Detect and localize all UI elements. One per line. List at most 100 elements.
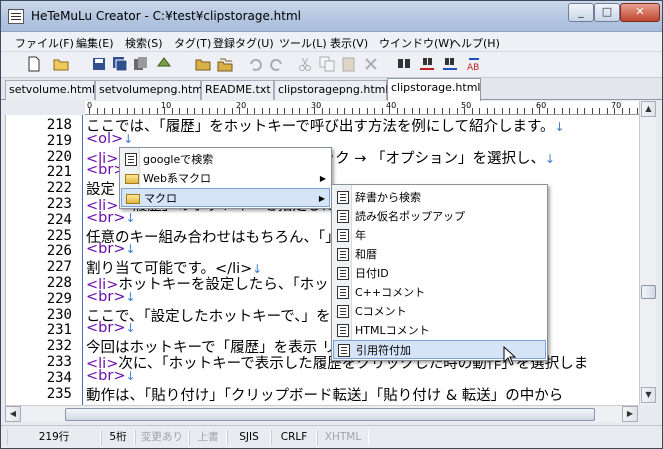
save-icon[interactable]: [91, 56, 107, 72]
column-ruler: 0102030405060708090100: [85, 101, 639, 115]
menu-file[interactable]: ファイル(F): [15, 35, 74, 51]
ruler-tick: [539, 108, 540, 114]
ruler-tick: [471, 108, 473, 114]
menu-tag[interactable]: タグ(T): [174, 35, 211, 51]
document-icon: [337, 248, 349, 261]
vertical-scrollbar[interactable]: ▲ ▼: [639, 101, 656, 405]
ruler-tick: [209, 108, 210, 114]
horizontal-scrollbar[interactable]: ◀ ▶: [5, 405, 639, 422]
submenu-item[interactable]: 辞書から検索: [333, 188, 546, 207]
ruler-tick: [524, 108, 525, 114]
title-bar[interactable]: HeTeMuLu Creator - C:¥test¥clipstorage.h…: [1, 1, 662, 32]
submenu-item[interactable]: 和暦: [333, 245, 546, 264]
undo-icon[interactable]: [248, 56, 264, 72]
ruler-tick: [156, 108, 158, 114]
code-line[interactable]: <br>↓: [86, 241, 136, 257]
copy-icon[interactable]: [319, 56, 335, 72]
cut-icon[interactable]: [297, 56, 313, 72]
tab-clipstorage[interactable]: clipstorage.html: [387, 78, 481, 101]
document-icon: [337, 267, 349, 280]
code-line[interactable]: ここでは、「履歴」をホットキーで呼び出す方法を例にして紹介します。↓: [86, 115, 565, 136]
submenu-item[interactable]: 読み仮名ポップアップ: [333, 207, 546, 226]
tab-clipstoragepng[interactable]: clipstoragepng.html: [274, 80, 388, 100]
line-number: 233: [46, 354, 72, 370]
ruler-tick: [584, 108, 585, 114]
submenu-item-label: 日付ID: [355, 267, 389, 280]
ruler-tick: [329, 108, 330, 114]
ruler-tick: [599, 108, 600, 114]
html-tag: <br>: [86, 241, 126, 258]
menu-edit[interactable]: 編集(E): [76, 35, 114, 51]
tab-setvolumepng[interactable]: setvolumepng.html: [95, 80, 206, 100]
folders-icon[interactable]: [217, 56, 233, 72]
ruler-label: 70: [611, 101, 622, 110]
delete-icon[interactable]: [363, 56, 379, 72]
copy-files-icon[interactable]: [133, 56, 149, 72]
new-document-icon[interactable]: [26, 56, 42, 72]
code-line[interactable]: <br>↓: [86, 368, 136, 384]
folder-icon[interactable]: [195, 56, 211, 72]
menu-window[interactable]: ウインドウ(W): [379, 35, 453, 51]
scroll-down-arrow[interactable]: ▼: [641, 387, 656, 403]
ruler-tick: [194, 108, 195, 114]
scroll-left-arrow[interactable]: ◀: [5, 406, 21, 422]
ruler-tick: [494, 108, 495, 114]
find-next-icon[interactable]: [442, 56, 458, 72]
code-line[interactable]: <ol>↓: [86, 131, 133, 147]
menu-view[interactable]: 表示(V): [330, 35, 368, 51]
code-line[interactable]: <br>↓: [86, 289, 136, 305]
context-item-label: マクロ: [144, 192, 177, 205]
submenu-item[interactable]: 年: [333, 226, 546, 245]
tab-readme[interactable]: README.txt: [201, 80, 274, 100]
context-item-label: Web系マクロ: [143, 172, 211, 185]
submenu-item-label: HTMLコメント: [355, 324, 430, 337]
minimize-button[interactable]: _: [568, 3, 594, 22]
ruler-label: 10: [161, 101, 172, 110]
context-item-macro[interactable]: マクロ ▶: [121, 188, 330, 207]
paste-icon[interactable]: [341, 56, 357, 72]
ruler-tick: [276, 108, 278, 114]
code-line[interactable]: <br>↓: [86, 210, 136, 226]
close-button[interactable]: ✕: [620, 3, 660, 22]
submenu-item[interactable]: HTMLコメント: [333, 321, 546, 340]
menu-registered-tag[interactable]: 登録タグ(U): [213, 35, 274, 51]
stamp-icon[interactable]: [156, 56, 172, 72]
ruler-tick: [224, 108, 225, 114]
submenu-item[interactable]: 日付ID: [333, 264, 546, 283]
menu-tools[interactable]: ツール(L): [279, 35, 327, 51]
redo-icon[interactable]: [268, 56, 284, 72]
find-icon[interactable]: [396, 56, 412, 72]
ruler-tick: [164, 108, 165, 114]
ruler-tick: [126, 108, 128, 114]
document-icon: [338, 344, 350, 357]
code-line[interactable]: 動作は、「貼り付け」「クリップボード転送」「貼り付け & 転送」の中から: [86, 384, 563, 405]
menu-help[interactable]: ヘルプ(H): [450, 35, 500, 51]
context-item-web-macro[interactable]: Web系マクロ ▶: [121, 169, 330, 188]
app-icon: [8, 9, 24, 24]
maximize-button[interactable]: □: [594, 3, 620, 22]
replace-icon[interactable]: AB: [466, 56, 482, 72]
line-number: 220: [46, 148, 72, 165]
tab-setvolume[interactable]: setvolume.html: [5, 80, 95, 100]
find-prev-icon[interactable]: [419, 56, 435, 72]
ruler-label: 40: [386, 101, 397, 110]
save-all-icon[interactable]: [112, 56, 128, 72]
horizontal-scroll-thumb[interactable]: [65, 408, 595, 421]
scroll-up-arrow[interactable]: ▲: [641, 101, 656, 117]
line-text: 動作は、「貼り付け」「クリップボード転送」「貼り付け & 転送」の中から: [86, 387, 564, 404]
ruler-tick: [201, 108, 203, 114]
line-number: 218: [46, 117, 72, 133]
submenu-item[interactable]: Cコメント: [333, 302, 546, 321]
code-line[interactable]: <br>↓: [86, 320, 136, 336]
open-folder-icon[interactable]: [53, 56, 69, 72]
ruler-tick: [479, 108, 480, 114]
html-tag: <br>: [86, 320, 126, 337]
ruler-tick: [344, 108, 345, 114]
vertical-scroll-thumb[interactable]: [641, 285, 656, 299]
ruler-tick: [381, 108, 383, 114]
menu-search[interactable]: 検索(S): [125, 35, 163, 51]
scroll-right-arrow[interactable]: ▶: [622, 406, 638, 422]
submenu-item[interactable]: C++コメント: [333, 283, 546, 302]
ruler-tick: [261, 108, 263, 114]
context-item-google-search[interactable]: googleで検索: [121, 150, 330, 169]
